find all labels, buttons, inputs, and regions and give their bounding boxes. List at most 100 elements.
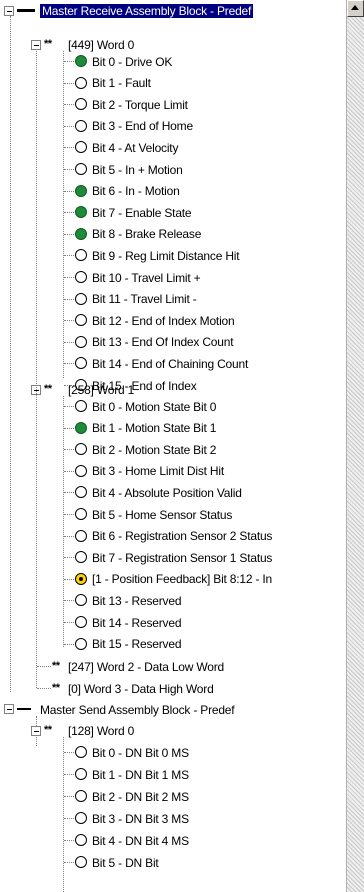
bit-label: Bit 0 - DN Bit 0 MS bbox=[92, 745, 189, 760]
bit-label: [1 - Position Feedback] Bit 8:12 - In bbox=[92, 572, 273, 587]
tree-node-bit[interactable]: Bit 3 - Home Limit Dist Hit bbox=[92, 461, 224, 482]
bit-label: Bit 3 - End of Home bbox=[92, 119, 193, 134]
collapse-toggle-send-word0[interactable] bbox=[31, 726, 41, 736]
tree-node-bit[interactable]: Bit 14 - End of Chaining Count bbox=[92, 353, 248, 374]
io-tree-view[interactable]: Master Receive Assembly Block - Predef *… bbox=[0, 0, 344, 892]
tree-guide-line bbox=[64, 125, 74, 127]
collapse-toggle-receive-block[interactable] bbox=[4, 6, 14, 16]
empty-circle-icon bbox=[75, 637, 87, 650]
empty-circle-icon bbox=[75, 271, 87, 283]
bit-label: Bit 1 - Motion State Bit 1 bbox=[92, 421, 217, 436]
bit-label: Bit 13 - Reserved bbox=[92, 593, 182, 608]
tree-guide-line bbox=[64, 643, 74, 645]
tree-node-bit[interactable]: Bit 4 - At Velocity bbox=[92, 137, 178, 158]
tree-node-bit[interactable]: Bit 0 - Drive OK bbox=[92, 51, 172, 72]
collapse-toggle-send-block[interactable] bbox=[4, 704, 14, 714]
bit-label: Bit 5 - In + Motion bbox=[92, 162, 183, 177]
tree-node-bit[interactable]: Bit 0 - DN Bit 0 MS bbox=[92, 742, 189, 763]
tree-node-bit[interactable]: Bit 5 - Home Sensor Status bbox=[92, 504, 232, 525]
tree-node-bit[interactable]: Bit 5 - DN Bit bbox=[92, 852, 159, 873]
receive-block-label: Master Receive Assembly Block - Predef bbox=[40, 3, 254, 18]
tree-node-bit[interactable]: Bit 11 - Travel Limit - bbox=[92, 289, 197, 310]
tree-guide-line bbox=[64, 277, 74, 278]
bit-label: Bit 1 - Fault bbox=[92, 76, 151, 91]
tree-node-bit[interactable]: Bit 10 - Travel Limit + bbox=[92, 267, 201, 288]
bit-label: Bit 5 - DN Bit bbox=[92, 855, 159, 870]
tree-guide-line bbox=[64, 61, 74, 62]
tree-node-bit[interactable]: Bit 1 - Fault bbox=[92, 73, 151, 94]
tree-guide-line bbox=[37, 688, 51, 689]
tree-node-bit[interactable]: Bit 15 - Reserved bbox=[92, 634, 182, 655]
bit-label: Bit 7 - Registration Sensor 1 Status bbox=[92, 550, 273, 565]
tree-node-bit[interactable]: Bit 13 - End Of Index Count bbox=[92, 332, 234, 353]
empty-circle-icon bbox=[75, 98, 87, 111]
tree-node-receive-word2[interactable]: [247] Word 2 - Data Low Word bbox=[68, 656, 224, 677]
tree-node-bit[interactable]: Bit 2 - DN Bit 2 MS bbox=[92, 786, 189, 807]
empty-circle-icon bbox=[75, 249, 87, 262]
bit-label: Bit 9 - Reg Limit Distance Hit bbox=[92, 248, 240, 263]
tree-node-bit[interactable]: [1 - Position Feedback] Bit 8:12 - In bbox=[92, 569, 272, 590]
tree-guide-line bbox=[64, 169, 74, 170]
bit-label: Bit 2 - Motion State Bit 2 bbox=[92, 442, 217, 457]
green-filled-circle-icon bbox=[75, 55, 87, 67]
empty-circle-icon bbox=[75, 76, 87, 89]
bit-label: Bit 4 - DN Bit 4 MS bbox=[92, 833, 189, 848]
empty-circle-icon bbox=[75, 443, 87, 456]
tree-node-bit[interactable]: Bit 12 - End of Index Motion bbox=[92, 310, 235, 331]
tree-guide-line bbox=[64, 449, 74, 451]
green-filled-circle-icon bbox=[75, 227, 87, 240]
tree-guide-line bbox=[64, 578, 74, 580]
tree-node-send-word0[interactable]: [128] Word 0 bbox=[68, 720, 134, 741]
tree-node-bit[interactable]: Bit 0 - Motion State Bit 0 bbox=[92, 396, 216, 417]
empty-circle-icon bbox=[75, 746, 87, 758]
scroll-up-button[interactable] bbox=[347, 0, 364, 17]
tree-node-bit[interactable]: Bit 3 - DN Bit 3 MS bbox=[92, 808, 189, 829]
bit-label: Bit 14 - Reserved bbox=[92, 615, 182, 630]
empty-circle-icon bbox=[75, 314, 87, 327]
bit-label: Bit 3 - Home Limit Dist Hit bbox=[92, 464, 224, 479]
tree-node-bit[interactable]: Bit 3 - End of Home bbox=[92, 116, 193, 137]
tree-guide-line bbox=[64, 406, 74, 407]
tree-node-bit[interactable]: Bit 9 - Reg Limit Distance Hit bbox=[92, 245, 240, 266]
tree-node-bit[interactable]: Bit 7 - Enable State bbox=[92, 202, 192, 223]
bit-label: Bit 12 - End of Index Motion bbox=[92, 313, 235, 328]
hash-icon: ** bbox=[52, 660, 60, 672]
tree-node-bit[interactable]: Bit 13 - Reserved bbox=[92, 590, 182, 611]
tree-guide-line bbox=[64, 104, 74, 106]
tree-node-bit[interactable]: Bit 7 - Registration Sensor 1 Status bbox=[92, 547, 272, 568]
tree-guide-line bbox=[36, 51, 37, 688]
bit-label: Bit 7 - Enable State bbox=[92, 205, 192, 220]
hash-icon: ** bbox=[44, 383, 52, 395]
tree-node-bit[interactable]: Bit 1 - DN Bit 1 MS bbox=[92, 764, 189, 785]
tree-node-bit[interactable]: Bit 1 - Motion State Bit 1 bbox=[92, 418, 216, 439]
tree-node-bit[interactable]: Bit 2 - Torque Limit bbox=[92, 94, 188, 115]
tree-node-bit[interactable]: Bit 5 - In + Motion bbox=[92, 159, 183, 180]
tree-node-bit[interactable]: Bit 2 - Motion State Bit 2 bbox=[92, 439, 216, 460]
yellow-multibit-icon bbox=[75, 572, 87, 585]
tree-guide-line bbox=[10, 16, 11, 692]
bit-label: Bit 15 - Reserved bbox=[92, 637, 182, 652]
vertical-scrollbar[interactable] bbox=[346, 0, 364, 892]
empty-circle-icon bbox=[75, 790, 87, 802]
tree-node-bit[interactable]: Bit 8 - Brake Release bbox=[92, 224, 201, 245]
tree-node-bit[interactable]: Bit 14 - Reserved bbox=[92, 612, 182, 633]
empty-circle-icon bbox=[75, 292, 87, 305]
tree-guide-line bbox=[64, 862, 74, 863]
tree-guide-line bbox=[63, 737, 64, 892]
tree-node-receive-word3[interactable]: [0] Word 3 - Data High Word bbox=[68, 678, 214, 699]
tree-node-receive-block[interactable]: Master Receive Assembly Block - Predef bbox=[40, 0, 254, 21]
tree-node-bit[interactable]: Bit 4 - Absolute Position Valid bbox=[92, 482, 242, 503]
tree-guide-line bbox=[64, 82, 74, 84]
tree-node-bit[interactable]: Bit 4 - DN Bit 4 MS bbox=[92, 830, 189, 851]
empty-circle-icon bbox=[75, 529, 87, 542]
empty-circle-icon bbox=[75, 812, 87, 824]
tree-node-send-block[interactable]: Master Send Assembly Block - Predef bbox=[40, 699, 235, 720]
collapse-toggle-word0[interactable] bbox=[31, 40, 41, 50]
empty-circle-icon bbox=[75, 486, 87, 499]
bit-label: Bit 2 - DN Bit 2 MS bbox=[92, 789, 189, 804]
tree-guide-line bbox=[64, 255, 74, 257]
tree-guide-line bbox=[63, 51, 64, 378]
tree-guide-line bbox=[64, 535, 74, 537]
tree-node-bit[interactable]: Bit 6 - In - Motion bbox=[92, 181, 180, 202]
tree-node-bit[interactable]: Bit 6 - Registration Sensor 2 Status bbox=[92, 526, 272, 547]
